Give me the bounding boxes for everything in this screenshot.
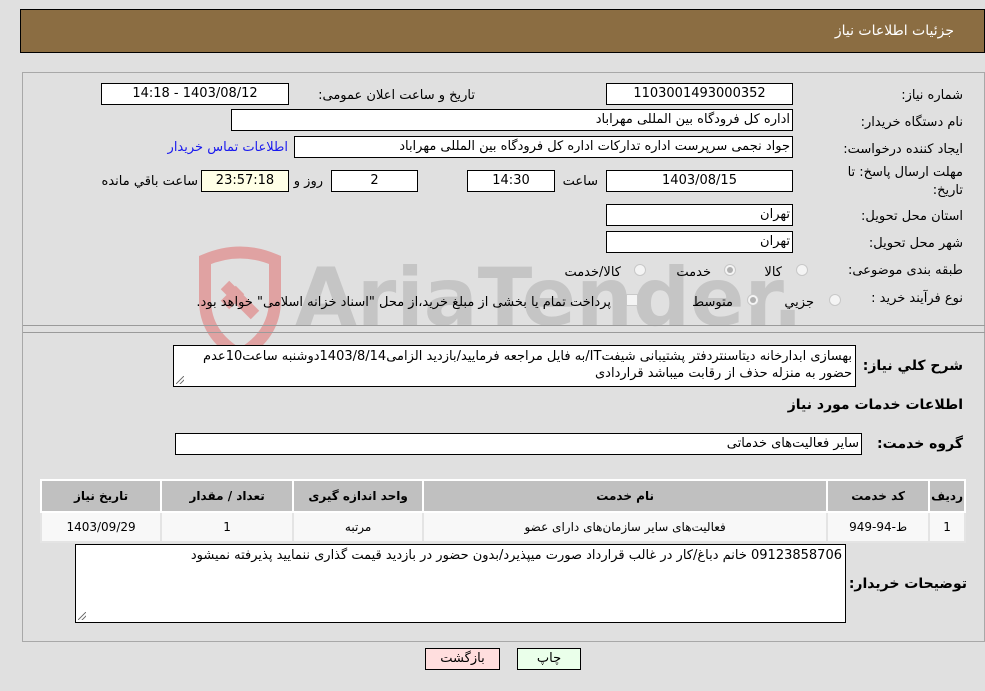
category-option-service: خدمت (676, 265, 711, 280)
resize-handle-icon[interactable] (176, 376, 184, 384)
announce-datetime-field: 1403/08/12 - 14:18 (101, 83, 289, 105)
deadline-label-date: تاریخ: (932, 183, 963, 198)
resize-handle-icon[interactable] (78, 612, 86, 620)
treasury-checkbox[interactable] (626, 294, 638, 306)
requester-field: جواد نجمی سرپرست اداره تدارکات اداره کل … (294, 136, 793, 158)
category-radio-service[interactable] (724, 264, 736, 276)
remaining-time-field: 23:57:18 (201, 170, 289, 192)
col-header-need-date: تاریخ نیاز (39, 479, 163, 513)
province-label: استان محل تحویل: (861, 209, 963, 224)
buyer-org-label: نام دستگاه خریدار: (860, 115, 963, 130)
col-header-unit: واحد اندازه گیری (292, 479, 425, 513)
print-button[interactable]: چاپ (517, 648, 581, 670)
category-label: طبقه بندی موضوعی: (847, 263, 963, 278)
buyer-notes-label: توضیحات خریدار: (848, 576, 967, 592)
back-button[interactable]: بازگشت (425, 648, 500, 670)
requester-label: ایجاد کننده درخواست: (843, 142, 963, 157)
deadline-label: مهلت ارسال پاسخ: تا (847, 165, 963, 180)
description-text: بهسازی ابدارخانه دیتاسنتردفتر پشتیبانی ش… (203, 349, 852, 381)
purchase-type-label: نوع فرآیند خرید : (871, 291, 963, 306)
announce-datetime-label: تاریخ و ساعت اعلان عمومی: (318, 88, 475, 103)
deadline-date-field: 1403/08/15 (606, 170, 793, 192)
purchase-type-radio-medium[interactable] (747, 294, 759, 306)
cell-need-date: 1403/09/29 (39, 511, 163, 543)
city-label: شهر محل تحویل: (868, 236, 963, 251)
col-header-service-code: کد خدمت (826, 479, 931, 513)
service-group-field: سایر فعالیت‌های خدماتی (175, 433, 862, 455)
purchase-type-radio-minor[interactable] (829, 294, 841, 306)
purchase-type-option-medium: متوسط (692, 295, 733, 310)
treasury-note: پرداخت تمام یا بخشی از مبلغ خرید،از محل … (196, 295, 611, 310)
deadline-time-label: ساعت (562, 174, 598, 189)
services-table: ردیف کد خدمت نام خدمت واحد اندازه گیری ت… (39, 479, 966, 543)
col-header-service-name: نام خدمت (422, 479, 829, 513)
need-number-label: شماره نیاز: (901, 88, 963, 103)
service-group-label: گروه خدمت: (877, 436, 963, 452)
remaining-days-field: 2 (331, 170, 418, 192)
table-row: 1 ط-94-949 فعالیت‌های سایر سازمان‌های دا… (39, 511, 966, 543)
description-textarea[interactable]: بهسازی ابدارخانه دیتاسنتردفتر پشتیبانی ش… (173, 345, 856, 387)
category-radio-goods[interactable] (796, 264, 808, 276)
page-header: جزئیات اطلاعات نیاز (20, 9, 985, 53)
buyer-org-field: اداره کل فرودگاه بین المللی مهراباد (231, 109, 793, 131)
page-title: جزئیات اطلاعات نیاز (834, 23, 954, 39)
need-number-field: 1103001493000352 (606, 83, 793, 105)
cell-row-number: 1 (928, 511, 966, 543)
cell-quantity: 1 (160, 511, 295, 543)
cell-service-name: فعالیت‌های سایر سازمان‌های دارای عضو (422, 511, 829, 543)
buyer-contact-link[interactable]: اطلاعات تماس خریدار (168, 140, 288, 155)
province-field: تهران (606, 204, 793, 226)
remaining-time-label: ساعت باقي مانده (101, 174, 198, 189)
cell-unit: مرتبه (292, 511, 425, 543)
col-header-row-number: ردیف (928, 479, 966, 513)
days-label: روز و (293, 174, 323, 189)
divider (23, 325, 985, 326)
category-radio-goods-service[interactable] (634, 264, 646, 276)
cell-service-code: ط-94-949 (826, 511, 931, 543)
buyer-notes-textarea[interactable]: 09123858706 خانم دباغ/کار در غالب قراردا… (75, 544, 846, 623)
category-option-goods: کالا (764, 265, 782, 280)
description-label: شرح کلي نیاز: (862, 358, 963, 374)
deadline-time-field: 14:30 (467, 170, 555, 192)
col-header-quantity: تعداد / مقدار (160, 479, 295, 513)
buyer-notes-text: 09123858706 خانم دباغ/کار در غالب قراردا… (190, 548, 842, 563)
category-option-goods-service: کالا/خدمت (564, 265, 621, 280)
services-section-title: اطلاعات خدمات مورد نیاز (787, 397, 963, 413)
divider (23, 332, 985, 333)
table-header-row: ردیف کد خدمت نام خدمت واحد اندازه گیری ت… (39, 479, 966, 513)
city-field: تهران (606, 231, 793, 253)
purchase-type-option-minor: جزيي (784, 295, 814, 310)
